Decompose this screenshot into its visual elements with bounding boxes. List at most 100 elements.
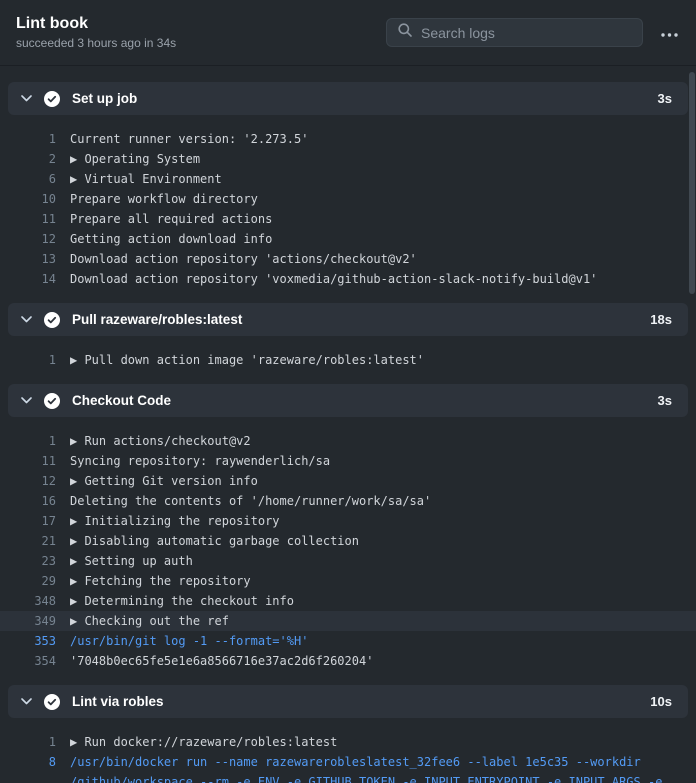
- log-line-text: ▶ Setting up auth: [70, 554, 193, 568]
- log-line[interactable]: 11 Prepare all required actions: [8, 209, 688, 229]
- log-line[interactable]: 8 /usr/bin/docker run --name razewarerob…: [8, 752, 688, 783]
- log-line[interactable]: 353 /usr/bin/git log -1 --format='%H': [8, 631, 688, 651]
- log-line-number[interactable]: 349: [8, 611, 56, 631]
- log-line-number[interactable]: 23: [8, 551, 56, 571]
- log-section-1: Pull razeware/robles:latest 18s 1 ▶ Pull…: [8, 303, 688, 380]
- log-line-text: ▶ Virtual Environment: [70, 172, 222, 186]
- log-line-number[interactable]: 1: [8, 732, 56, 752]
- step-header[interactable]: Set up job 3s: [8, 82, 688, 115]
- check-circle-icon: [44, 311, 60, 328]
- log-line[interactable]: 13 Download action repository 'actions/c…: [8, 249, 688, 269]
- log-line-number[interactable]: 1: [8, 350, 56, 370]
- vertical-scrollbar-thumb[interactable]: [689, 72, 695, 294]
- log-line[interactable]: 354 '7048b0ec65fe5e1e6a8566716e37ac2d6f2…: [8, 651, 688, 671]
- log-line-number[interactable]: 14: [8, 269, 56, 289]
- kebab-horizontal-icon: [661, 25, 678, 40]
- log-line-number[interactable]: 2: [8, 149, 56, 169]
- log-line[interactable]: 6 ▶ Virtual Environment: [8, 169, 688, 189]
- log-line[interactable]: 11 Syncing repository: raywenderlich/sa: [8, 451, 688, 471]
- step-duration: 18s: [650, 312, 672, 327]
- log-line[interactable]: 1 ▶ Run docker://razeware/robles:latest: [8, 732, 688, 752]
- log-line-number[interactable]: 1: [8, 129, 56, 149]
- workflow-log-viewer: Lint book succeeded 3 hours ago in 34s S…: [0, 0, 696, 783]
- page-title: Lint book: [16, 15, 88, 32]
- job-header: Lint book succeeded 3 hours ago in 34s: [0, 0, 696, 66]
- step-duration: 3s: [657, 91, 672, 106]
- log-line-number[interactable]: 21: [8, 531, 56, 551]
- log-line-number[interactable]: 11: [8, 451, 56, 471]
- log-line[interactable]: 12 ▶ Getting Git version info: [8, 471, 688, 491]
- step-header[interactable]: Checkout Code 3s: [8, 384, 688, 417]
- log-section-0: Set up job 3s 1 Current runner version: …: [8, 82, 688, 299]
- log-line-text: ▶ Initializing the repository: [70, 514, 280, 528]
- step-duration: 10s: [650, 694, 672, 709]
- step-log-block: 1 ▶ Run docker://razeware/robles:latest …: [8, 718, 688, 783]
- log-sections-container: Set up job 3s 1 Current runner version: …: [0, 66, 696, 783]
- log-line[interactable]: 21 ▶ Disabling automatic garbage collect…: [8, 531, 688, 551]
- log-line-number[interactable]: 354: [8, 651, 56, 671]
- log-line[interactable]: 12 Getting action download info: [8, 229, 688, 249]
- chevron-down-icon: [21, 397, 32, 404]
- log-line-text: Getting action download info: [70, 232, 273, 246]
- log-line[interactable]: 348 ▶ Determining the checkout info: [8, 591, 688, 611]
- step-header[interactable]: Pull razeware/robles:latest 18s: [8, 303, 688, 336]
- log-line-number[interactable]: 8: [8, 752, 56, 772]
- log-line[interactable]: 23 ▶ Setting up auth: [8, 551, 688, 571]
- log-line-text: ▶ Fetching the repository: [70, 574, 251, 588]
- step-header[interactable]: Lint via robles 10s: [8, 685, 688, 718]
- search-input[interactable]: [421, 24, 632, 41]
- job-title-block: Lint book succeeded 3 hours ago in 34s: [16, 15, 176, 50]
- log-settings-button[interactable]: [659, 21, 680, 44]
- log-line-text: ▶ Run docker://razeware/robles:latest: [70, 735, 338, 749]
- step-log-block: 1 ▶ Run actions/checkout@v2 11 Syncing r…: [0, 417, 696, 681]
- log-line-text: ▶ Checking out the ref: [70, 614, 229, 628]
- log-line-number[interactable]: 348: [8, 591, 56, 611]
- log-line-text: ▶ Operating System: [70, 152, 201, 166]
- log-line-text: Prepare workflow directory: [70, 192, 258, 206]
- log-line-number[interactable]: 11: [8, 209, 56, 229]
- log-line-text: ▶ Disabling automatic garbage collection: [70, 534, 359, 548]
- log-section-2: Checkout Code 3s 1 ▶ Run actions/checkou…: [0, 384, 696, 681]
- log-line-number[interactable]: 1: [8, 431, 56, 451]
- log-line[interactable]: 29 ▶ Fetching the repository: [8, 571, 688, 591]
- log-line-text: ▶ Getting Git version info: [70, 474, 258, 488]
- log-line-number[interactable]: 29: [8, 571, 56, 591]
- log-line-text: Download action repository 'actions/chec…: [70, 252, 417, 266]
- log-line-text: ▶ Pull down action image 'razeware/roble…: [70, 353, 425, 367]
- log-line-text: ▶ Determining the checkout info: [70, 594, 294, 608]
- step-duration: 3s: [657, 393, 672, 408]
- step-title: Set up job: [72, 91, 138, 106]
- log-line[interactable]: 349 ▶ Checking out the ref: [0, 611, 696, 631]
- log-line-number[interactable]: 13: [8, 249, 56, 269]
- header-actions: [386, 18, 680, 47]
- log-line-number[interactable]: 16: [8, 491, 56, 511]
- log-line-text: /usr/bin/git log -1 --format='%H': [70, 634, 309, 648]
- log-line-text: Prepare all required actions: [70, 212, 273, 226]
- log-line-number[interactable]: 6: [8, 169, 56, 189]
- log-line-number[interactable]: 10: [8, 189, 56, 209]
- step-log-block: 1 ▶ Pull down action image 'razeware/rob…: [8, 336, 688, 380]
- search-icon: [397, 22, 413, 43]
- log-line-number[interactable]: 12: [8, 471, 56, 491]
- log-line[interactable]: 14 Download action repository 'voxmedia/…: [8, 269, 688, 289]
- log-line-number[interactable]: 12: [8, 229, 56, 249]
- log-line-text: /usr/bin/docker run --name razewareroble…: [70, 755, 663, 783]
- log-line[interactable]: 1 ▶ Pull down action image 'razeware/rob…: [8, 350, 688, 370]
- step-title: Checkout Code: [72, 393, 172, 408]
- log-line[interactable]: 1 Current runner version: '2.273.5': [8, 129, 688, 149]
- step-title: Lint via robles: [72, 694, 164, 709]
- log-line-text: Syncing repository: raywenderlich/sa: [70, 454, 331, 468]
- step-log-block: 1 Current runner version: '2.273.5' 2 ▶ …: [8, 115, 688, 299]
- log-line[interactable]: 17 ▶ Initializing the repository: [8, 511, 688, 531]
- log-line[interactable]: 1 ▶ Run actions/checkout@v2: [8, 431, 688, 451]
- log-line-text: Current runner version: '2.273.5': [70, 132, 309, 146]
- chevron-down-icon: [21, 95, 32, 102]
- log-line-number[interactable]: 353: [8, 631, 56, 651]
- log-line[interactable]: 16 Deleting the contents of '/home/runne…: [8, 491, 688, 511]
- log-line[interactable]: 10 Prepare workflow directory: [8, 189, 688, 209]
- log-line[interactable]: 2 ▶ Operating System: [8, 149, 688, 169]
- check-circle-icon: [44, 693, 60, 710]
- log-line-number[interactable]: 17: [8, 511, 56, 531]
- log-line-text: Download action repository 'voxmedia/git…: [70, 272, 598, 286]
- search-logs-box[interactable]: [386, 18, 643, 47]
